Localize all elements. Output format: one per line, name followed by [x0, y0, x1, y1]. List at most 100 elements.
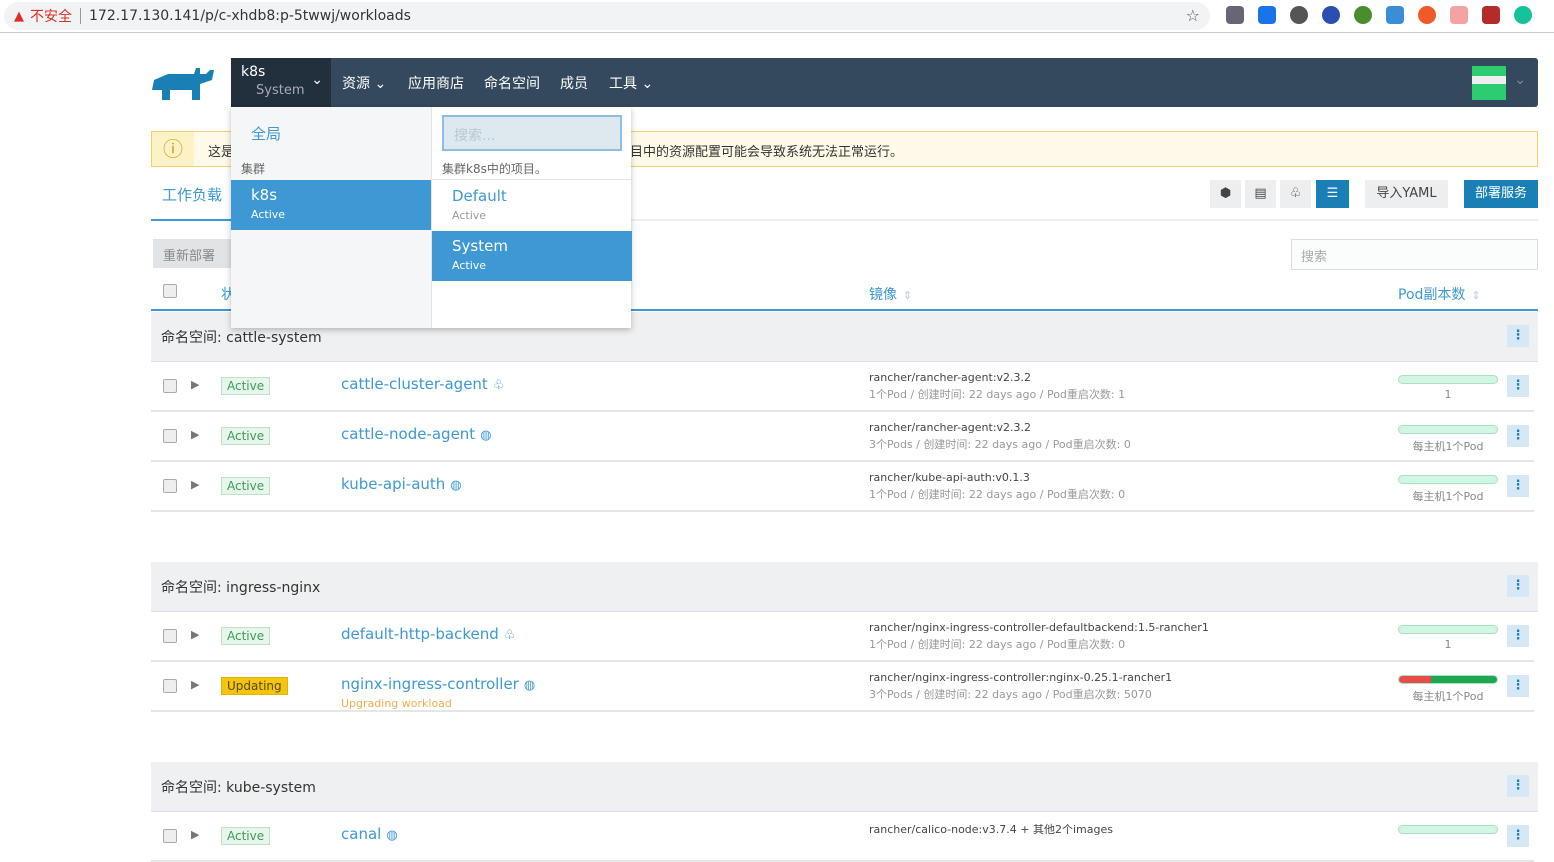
- row-checkbox[interactable]: [163, 679, 177, 693]
- extension-icon[interactable]: [1322, 6, 1340, 24]
- expand-arrow-icon[interactable]: ▶: [191, 828, 199, 841]
- nav-namespaces[interactable]: 命名空间: [484, 73, 540, 93]
- cluster-project-dropdown: 全局 集群 k8s Active 搜索... 集群k8s中的项目。 Defaul…: [231, 107, 632, 328]
- global-link[interactable]: 全局: [251, 123, 281, 144]
- bookmark-star-icon[interactable]: ☆: [1186, 6, 1200, 25]
- view-node-button[interactable]: ♧: [1280, 180, 1311, 208]
- column-scale[interactable]: Pod副本数 ⇕: [1398, 284, 1481, 304]
- cluster-item-k8s[interactable]: k8s Active: [231, 180, 431, 230]
- cluster-item-status: Active: [251, 208, 286, 221]
- namespace-header: 命名空间: kube-system ⋮: [151, 762, 1538, 812]
- cluster-project-switcher[interactable]: k8s System ⌄: [231, 58, 331, 107]
- view-list-button[interactable]: ▤: [1245, 180, 1276, 208]
- namespace-menu-button[interactable]: ⋮: [1507, 575, 1529, 597]
- expand-arrow-icon[interactable]: ▶: [191, 378, 199, 391]
- globe-icon: ◍: [480, 428, 492, 443]
- nav-tools[interactable]: 工具 ⌄: [609, 73, 653, 93]
- divider: [432, 179, 632, 180]
- nav-resources[interactable]: 资源 ⌄: [342, 73, 386, 93]
- workload-link[interactable]: cattle-node-agent ◍: [341, 425, 492, 443]
- namespace-menu-button[interactable]: ⋮: [1507, 325, 1529, 347]
- active-tab-indicator: [151, 219, 231, 221]
- cluster-item-name: k8s: [251, 186, 278, 204]
- address-bar[interactable]: ▲ 不安全 172.17.130.141/p/c-xhdb8:p-5twwj/w…: [4, 2, 1210, 30]
- security-label: 不安全: [30, 9, 72, 25]
- workload-meta: 3个Pods / 创建时间: 22 days ago / Pod重启次数: 50…: [869, 688, 1152, 701]
- extension-icon[interactable]: [1226, 6, 1244, 24]
- extension-icon[interactable]: [1418, 6, 1436, 24]
- expand-arrow-icon[interactable]: ▶: [191, 628, 199, 641]
- extension-icon[interactable]: [1514, 6, 1532, 24]
- table-row: ▶ Updating nginx-ingress-controller ◍ Upg…: [151, 662, 1534, 712]
- rancher-logo[interactable]: [150, 66, 220, 102]
- row-menu-button[interactable]: ⋮: [1507, 475, 1529, 497]
- expand-arrow-icon[interactable]: ▶: [191, 478, 199, 491]
- view-pods-button[interactable]: ⬢: [1210, 180, 1241, 208]
- project-item-default[interactable]: Default Active: [432, 181, 632, 231]
- project-item-status: Active: [452, 209, 487, 222]
- warning-icon: ▲: [14, 8, 24, 24]
- extension-icon[interactable]: [1258, 6, 1276, 24]
- extension-icon[interactable]: [1290, 6, 1308, 24]
- workload-link[interactable]: canal ◍: [341, 825, 398, 843]
- divider: [80, 8, 81, 24]
- namespace-menu-button[interactable]: ⋮: [1507, 775, 1529, 797]
- workload-link[interactable]: default-http-backend ♧: [341, 625, 515, 643]
- expand-arrow-icon[interactable]: ▶: [191, 678, 199, 691]
- sort-icon: ⇕: [903, 289, 913, 302]
- row-checkbox[interactable]: [163, 629, 177, 643]
- row-menu-button[interactable]: ⋮: [1507, 375, 1529, 397]
- globe-icon: ◍: [523, 678, 536, 693]
- user-avatar[interactable]: [1472, 66, 1506, 100]
- row-checkbox[interactable]: [163, 829, 177, 843]
- view-namespace-button[interactable]: ☰: [1316, 180, 1349, 208]
- row-checkbox[interactable]: [163, 479, 177, 493]
- deploy-button[interactable]: 部署服务: [1464, 180, 1538, 208]
- row-checkbox[interactable]: [163, 429, 177, 443]
- chevron-down-icon[interactable]: ⌄: [1514, 72, 1526, 88]
- namespace-label: 命名空间: ingress-nginx: [161, 580, 321, 596]
- row-menu-button[interactable]: ⋮: [1507, 825, 1529, 847]
- scale-label: 每主机1个Pod: [1412, 690, 1484, 703]
- workload-meta: 3个Pods / 创建时间: 22 days ago / Pod重启次数: 0: [869, 438, 1131, 451]
- table-row: ▶ Active default-http-backend ♧ rancher/n…: [151, 612, 1534, 662]
- table-row: ▶ Active cattle-cluster-agent ♧ rancher/r…: [151, 362, 1534, 412]
- globe-icon: ◍: [450, 478, 462, 493]
- extension-icon[interactable]: [1354, 6, 1372, 24]
- tab-workloads[interactable]: 工作负载: [162, 184, 222, 205]
- import-yaml-button[interactable]: 导入YAML: [1365, 180, 1448, 208]
- extension-icon[interactable]: [1482, 6, 1500, 24]
- image-name: rancher/calico-node:v3.7.4 + 其他2个images: [869, 823, 1113, 836]
- workload-meta: 1个Pod / 创建时间: 22 days ago / Pod重启次数: 0: [869, 638, 1126, 651]
- project-search-input[interactable]: 搜索...: [442, 115, 622, 151]
- scale-label: 1: [1444, 388, 1452, 401]
- expand-arrow-icon[interactable]: ▶: [191, 428, 199, 441]
- project-item-name: System: [452, 237, 508, 255]
- url-text[interactable]: 172.17.130.141/p/c-xhdb8:p-5twwj/workloa…: [89, 8, 411, 24]
- pod-progress-bar: [1398, 625, 1498, 634]
- row-menu-button[interactable]: ⋮: [1507, 675, 1529, 697]
- nav-members[interactable]: 成员: [560, 73, 588, 93]
- project-column: 搜索... 集群k8s中的项目。 Default Active System A…: [431, 107, 632, 328]
- workload-link[interactable]: nginx-ingress-controller ◍: [341, 675, 535, 693]
- status-badge: Active: [221, 827, 271, 845]
- pod-progress-bar: [1398, 675, 1498, 684]
- extension-icon[interactable]: [1450, 6, 1468, 24]
- project-item-system[interactable]: System Active: [432, 231, 632, 281]
- redeploy-button[interactable]: 重新部署: [153, 239, 243, 268]
- row-checkbox[interactable]: [163, 379, 177, 393]
- workload-link[interactable]: cattle-cluster-agent ♧: [341, 375, 504, 393]
- search-input[interactable]: 搜索: [1291, 239, 1538, 270]
- workload-link[interactable]: kube-api-auth ◍: [341, 475, 462, 493]
- nav-app-store[interactable]: 应用商店: [408, 73, 464, 93]
- cluster-icon: ♧: [503, 628, 516, 643]
- image-name: rancher/nginx-ingress-controller-default…: [869, 621, 1209, 634]
- select-all-checkbox[interactable]: [163, 284, 177, 298]
- column-image[interactable]: 镜像 ⇕: [869, 284, 912, 304]
- project-item-name: Default: [452, 187, 507, 205]
- workload-substatus: Upgrading workload: [341, 697, 452, 710]
- cluster-icon: ♧: [492, 378, 505, 393]
- row-menu-button[interactable]: ⋮: [1507, 425, 1529, 447]
- row-menu-button[interactable]: ⋮: [1507, 625, 1529, 647]
- extension-icon[interactable]: [1386, 6, 1404, 24]
